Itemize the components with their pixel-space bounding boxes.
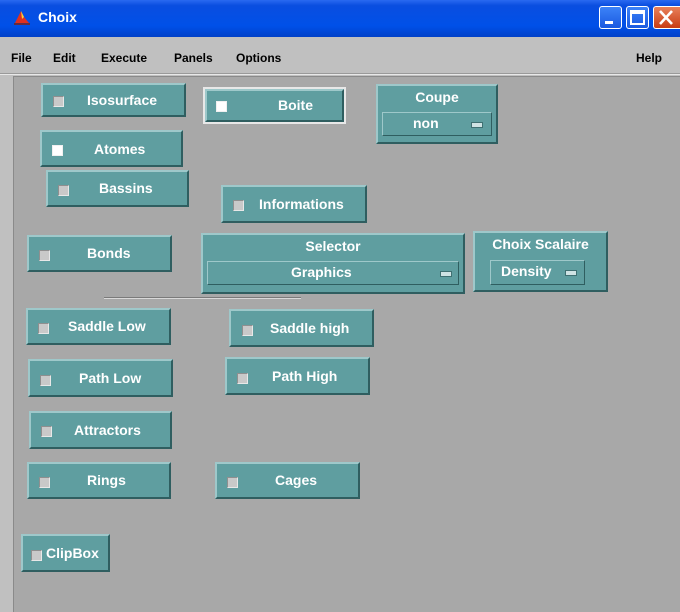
coupe-option-menu: Coupe non — [376, 84, 498, 144]
option-menu-icon — [471, 122, 483, 128]
app-icon — [14, 11, 30, 25]
choix-scalaire-value: Density — [501, 263, 552, 279]
menu-help[interactable]: Help — [636, 51, 662, 65]
toggle-label: Cages — [275, 472, 318, 488]
option-label: Choix Scalaire — [492, 236, 589, 252]
menu-file[interactable]: File — [11, 51, 32, 65]
choix-scalaire-option-menu: Choix Scalaire Density — [473, 231, 608, 292]
choix-window: Choix File Edit Execute Panels Options H… — [0, 0, 680, 612]
saddle-low-toggle[interactable]: Saddle Low — [26, 308, 171, 345]
toggle-label: Bonds — [87, 245, 131, 261]
bonds-toggle[interactable]: Bonds — [27, 235, 172, 272]
toggle-label: Attractors — [74, 422, 141, 438]
toggle-indicator — [242, 325, 253, 336]
toggle-indicator — [237, 373, 248, 384]
selector-select[interactable]: Graphics — [207, 261, 459, 285]
toggle-indicator — [39, 250, 50, 261]
choix-scalaire-select[interactable]: Density — [490, 260, 585, 285]
menu-panels[interactable]: Panels — [174, 51, 213, 65]
toggle-label: Informations — [259, 196, 344, 212]
toggle-indicator — [38, 323, 49, 334]
option-menu-icon — [440, 271, 452, 277]
toggle-label: Bassins — [99, 180, 153, 196]
minimize-icon — [605, 21, 613, 24]
close-button[interactable] — [653, 6, 680, 29]
coupe-value: non — [413, 115, 439, 131]
toggle-label: ClipBox — [46, 545, 99, 561]
toggle-label: Atomes — [94, 141, 146, 157]
path-low-toggle[interactable]: Path Low — [28, 359, 173, 397]
toggle-indicator — [233, 200, 244, 211]
option-menu-icon — [565, 270, 577, 276]
path-high-toggle[interactable]: Path High — [225, 357, 370, 395]
toggle-label: Saddle Low — [68, 318, 146, 334]
boite-toggle[interactable]: Boite — [203, 87, 346, 124]
toggle-label: Path Low — [79, 370, 142, 386]
minimize-button[interactable] — [599, 6, 622, 29]
selector-option-menu: Selector Graphics — [201, 233, 465, 294]
toggle-indicator — [41, 426, 52, 437]
separator — [104, 297, 301, 298]
toggle-label: Saddle high — [270, 320, 350, 336]
control-panel: Isosurface Boite Coupe non Atomes Bassin… — [13, 76, 680, 612]
menu-execute[interactable]: Execute — [101, 51, 147, 65]
toggle-indicator — [216, 101, 227, 112]
toggle-label: Rings — [87, 472, 126, 488]
clipbox-toggle[interactable]: ClipBox — [21, 534, 110, 572]
isosurface-toggle[interactable]: Isosurface — [41, 83, 186, 117]
informations-toggle[interactable]: Informations — [221, 185, 367, 223]
menu-options[interactable]: Options — [236, 51, 281, 65]
rings-toggle[interactable]: Rings — [27, 462, 171, 499]
attractors-toggle[interactable]: Attractors — [29, 411, 172, 449]
option-label: Selector — [305, 238, 361, 254]
toggle-indicator — [227, 477, 238, 488]
cages-toggle[interactable]: Cages — [215, 462, 360, 499]
title-bar[interactable]: Choix — [0, 0, 680, 37]
toggle-label: Boite — [278, 97, 313, 113]
toggle-indicator — [40, 375, 51, 386]
window-title: Choix — [38, 9, 77, 25]
close-icon — [659, 10, 673, 25]
toggle-label: Path High — [272, 368, 338, 384]
maximize-button[interactable] — [626, 6, 649, 29]
toggle-indicator — [31, 550, 42, 561]
toggle-indicator — [52, 145, 63, 156]
toggle-indicator — [53, 96, 64, 107]
atomes-toggle[interactable]: Atomes — [40, 130, 183, 167]
menu-edit[interactable]: Edit — [53, 51, 76, 65]
toggle-indicator — [39, 477, 50, 488]
saddle-high-toggle[interactable]: Saddle high — [229, 309, 374, 347]
maximize-icon — [630, 10, 645, 25]
bassins-toggle[interactable]: Bassins — [46, 170, 189, 207]
selector-value: Graphics — [291, 264, 352, 280]
menu-bar: File Edit Execute Panels Options Help — [0, 37, 680, 74]
option-label: Coupe — [415, 89, 459, 105]
toggle-label: Isosurface — [87, 92, 158, 108]
coupe-select[interactable]: non — [382, 112, 492, 136]
toggle-indicator — [58, 185, 69, 196]
